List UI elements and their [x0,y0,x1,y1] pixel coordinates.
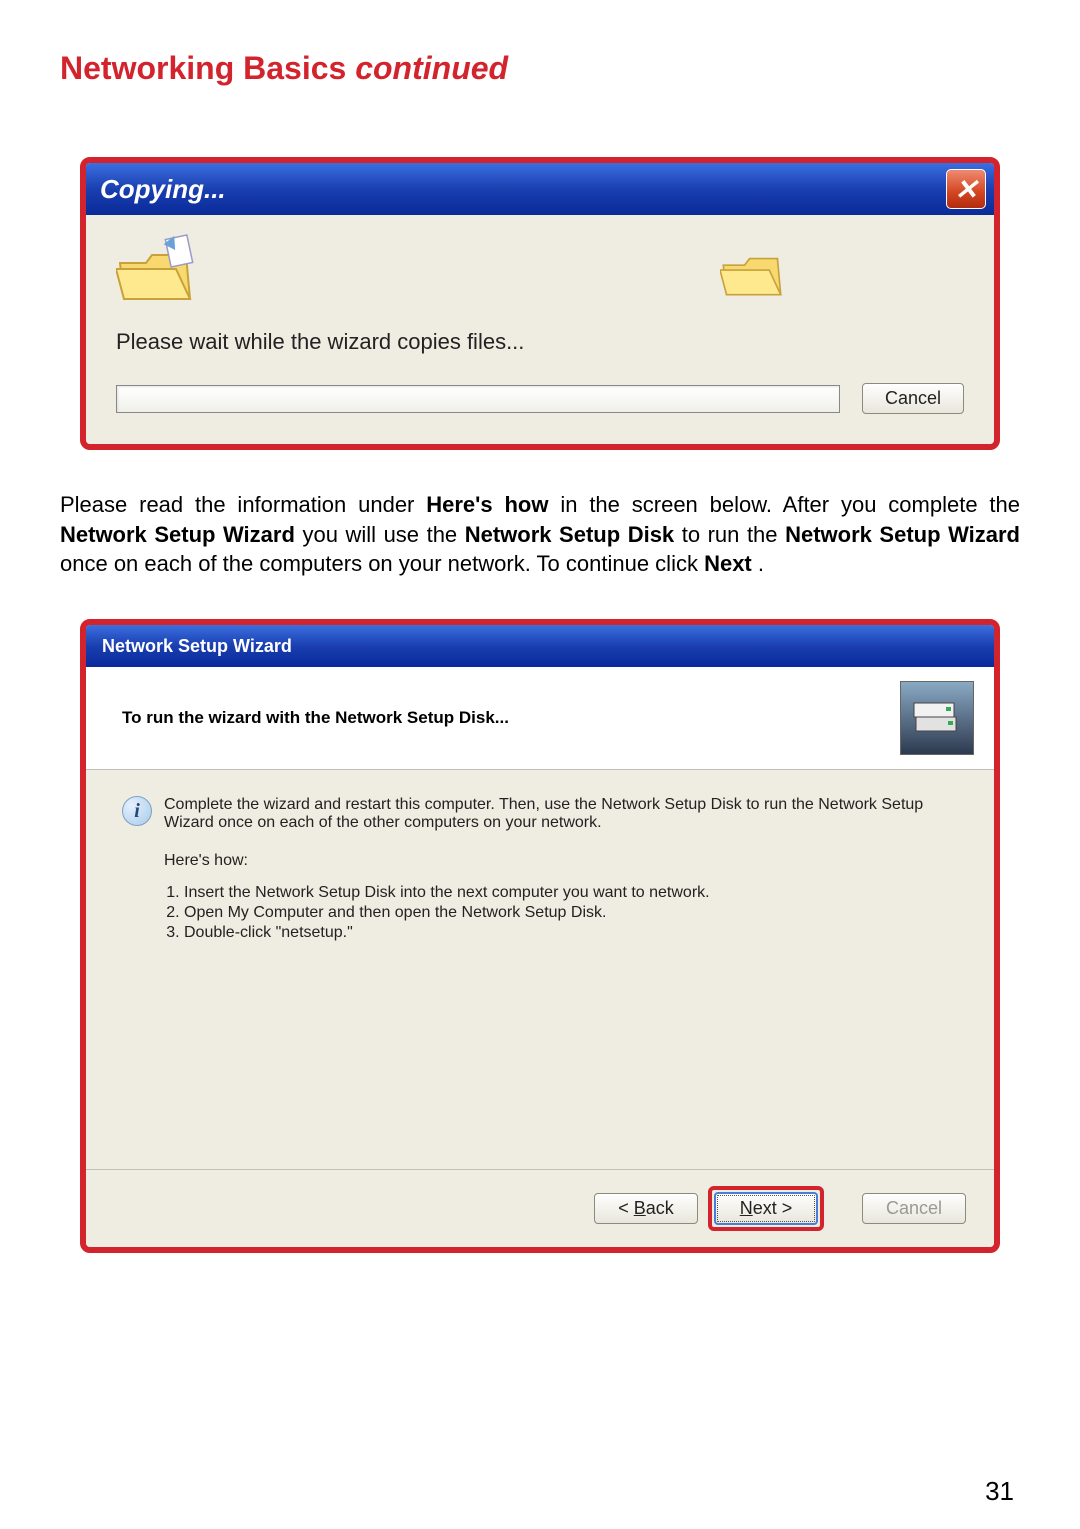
step-item: Open My Computer and then open the Netwo… [184,904,958,922]
wizard-info-row: i Complete the wizard and restart this c… [122,796,958,832]
next-button[interactable]: Next > [714,1192,818,1225]
wizard-title: Network Setup Wizard [102,636,292,657]
flying-document-icon [160,233,200,269]
copying-titlebar[interactable]: Copying... ✕ [86,163,994,215]
step-item: Double-click "netsetup." [184,924,958,942]
steps-list: Insert the Network Setup Disk into the n… [184,884,958,942]
heres-how-label: Here's how: [164,852,958,870]
wizard-steps: Here's how: Insert the Network Setup Dis… [164,852,958,942]
wizard-dialog: Network Setup Wizard To run the wizard w… [80,619,1000,1253]
wizard-header: To run the wizard with the Network Setup… [86,667,994,770]
folder-source-icon [116,245,194,305]
page-number: 31 [985,1476,1014,1507]
back-button[interactable]: < Back [594,1193,698,1224]
next-button-highlight: Next > [708,1186,824,1231]
wizard-header-text: To run the wizard with the Network Setup… [106,708,900,728]
network-disk-icon [900,681,974,755]
wizard-cancel-button[interactable]: Cancel [862,1193,966,1224]
cancel-button[interactable]: Cancel [862,383,964,414]
copying-wait-text: Please wait while the wizard copies file… [116,329,964,355]
instruction-paragraph: Please read the information under Here's… [60,490,1020,579]
close-icon[interactable]: ✕ [946,169,986,209]
wizard-titlebar[interactable]: Network Setup Wizard [86,625,994,667]
copy-animation [116,235,964,315]
wizard-body: i Complete the wizard and restart this c… [86,770,994,1170]
wizard-footer: < Back Next > Cancel [86,1170,994,1247]
heading-continued: continued [355,50,508,86]
folder-dest-icon [720,249,784,301]
info-icon: i [122,796,152,826]
copying-title: Copying... [100,174,226,205]
wizard-info-text: Complete the wizard and restart this com… [164,796,958,832]
step-item: Insert the Network Setup Disk into the n… [184,884,958,902]
heading-text: Networking Basics [60,50,346,86]
page-heading: Networking Basics continued [60,50,1020,87]
copying-body: Please wait while the wizard copies file… [86,215,994,444]
progress-bar [116,385,840,413]
copying-dialog: Copying... ✕ Ple [80,157,1000,450]
